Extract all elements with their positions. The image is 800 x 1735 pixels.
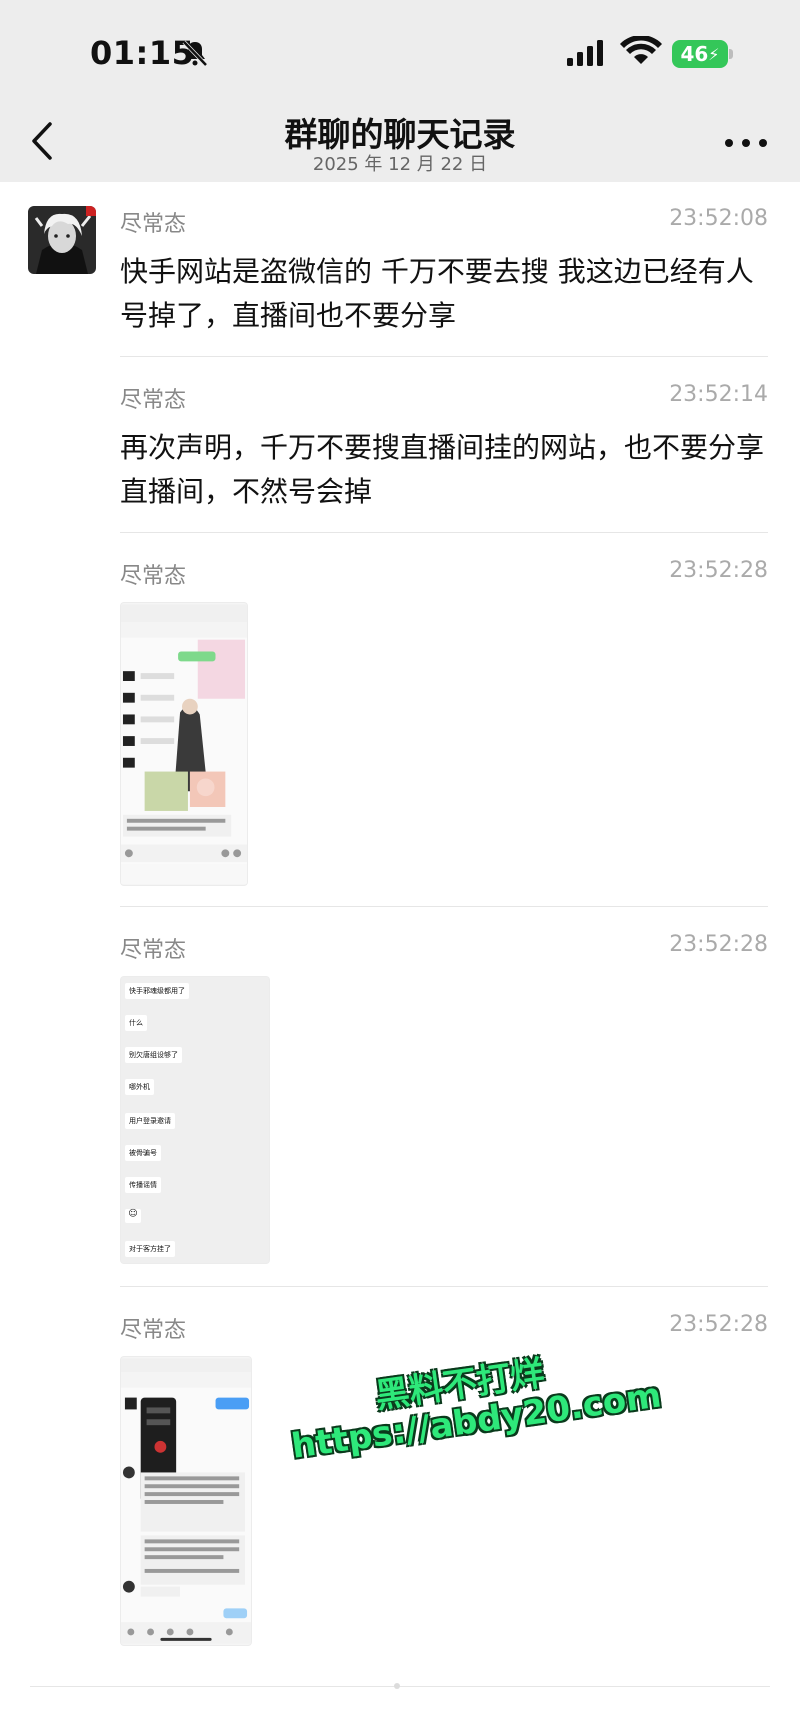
chat-bubble: 用户登录邀请	[125, 1113, 175, 1129]
message-sender: 尽常态	[120, 938, 187, 963]
message-item[interactable]: 尽常态 23:52:28	[120, 558, 768, 886]
status-time: 01:15	[90, 34, 195, 72]
divider	[120, 356, 768, 357]
chat-bubble: 对于客方挂了	[125, 1241, 175, 1257]
status-bar: 01:15 46 ⚡	[0, 0, 800, 100]
message-time: 23:52:14	[669, 382, 768, 407]
wifi-icon	[620, 36, 662, 64]
chat-bubble: 被骨骗号	[125, 1145, 161, 1161]
message-item[interactable]: 尽常态 23:52:14 再次声明，千万不要搜直播间挂的网站，也不要分享直播间，…	[120, 382, 768, 508]
cellular-signal-icon	[567, 40, 603, 66]
divider	[120, 532, 768, 533]
chat-bubble: 传播谣情	[125, 1177, 161, 1193]
message-sender: 尽常态	[120, 212, 187, 237]
battery-level: 46	[680, 42, 709, 66]
message-text: 快手网站是盗微信的 千万不要去搜 我这边已经有人号掉了，直播间也不要分享	[120, 255, 754, 332]
emoji-bubble: ☺	[125, 1209, 141, 1223]
message-sender: 尽常态	[120, 388, 187, 413]
image-thumbnail[interactable]: 快手邪魂级都用了 什么 别欠唐组设够了 哪外机 用户登录邀请 被骨骗号 传播谣情…	[120, 976, 270, 1264]
chat-bubble: 什么	[125, 1015, 147, 1031]
divider	[30, 1686, 770, 1687]
chat-bubble: 哪外机	[125, 1079, 154, 1095]
image-thumbnail[interactable]	[120, 602, 248, 886]
bell-muted-icon	[182, 40, 208, 67]
message-time: 23:52:28	[669, 1312, 768, 1337]
message-time: 23:52:28	[669, 558, 768, 583]
avatar[interactable]	[28, 206, 96, 274]
divider	[120, 1286, 768, 1287]
message-item[interactable]: 尽常态 23:52:08 快手网站是盗微信的 千万不要去搜 我这边已经有人号掉了…	[120, 206, 768, 332]
image-thumbnail[interactable]	[120, 1356, 252, 1646]
message-item[interactable]: 尽常态 23:52:28 快手邪魂级都用了 什么 别欠唐组设够了 哪外机 用户登…	[120, 932, 768, 1272]
chat-bubble: 别欠唐组设够了	[125, 1047, 182, 1063]
divider	[120, 906, 768, 907]
chat-bubble: 快手邪魂级都用了	[125, 983, 189, 999]
message-time: 23:52:08	[669, 206, 768, 231]
more-dots-icon[interactable]	[724, 138, 768, 148]
page-subtitle: 2025 年 12 月 22 日	[312, 154, 488, 175]
message-time: 23:52:28	[669, 932, 768, 957]
page-title: 群聊的聊天记录	[284, 115, 516, 154]
nav-bar: 群聊的聊天记录 2025 年 12 月 22 日	[0, 100, 800, 182]
battery-charging-icon: 46 ⚡	[672, 40, 728, 68]
message-sender: 尽常态	[120, 564, 187, 589]
battery-cap	[729, 49, 733, 59]
scroll-indicator	[394, 1683, 400, 1689]
message-sender: 尽常态	[120, 1318, 187, 1343]
message-text: 再次声明，千万不要搜直播间挂的网站，也不要分享直播间，不然号会掉	[120, 431, 765, 508]
